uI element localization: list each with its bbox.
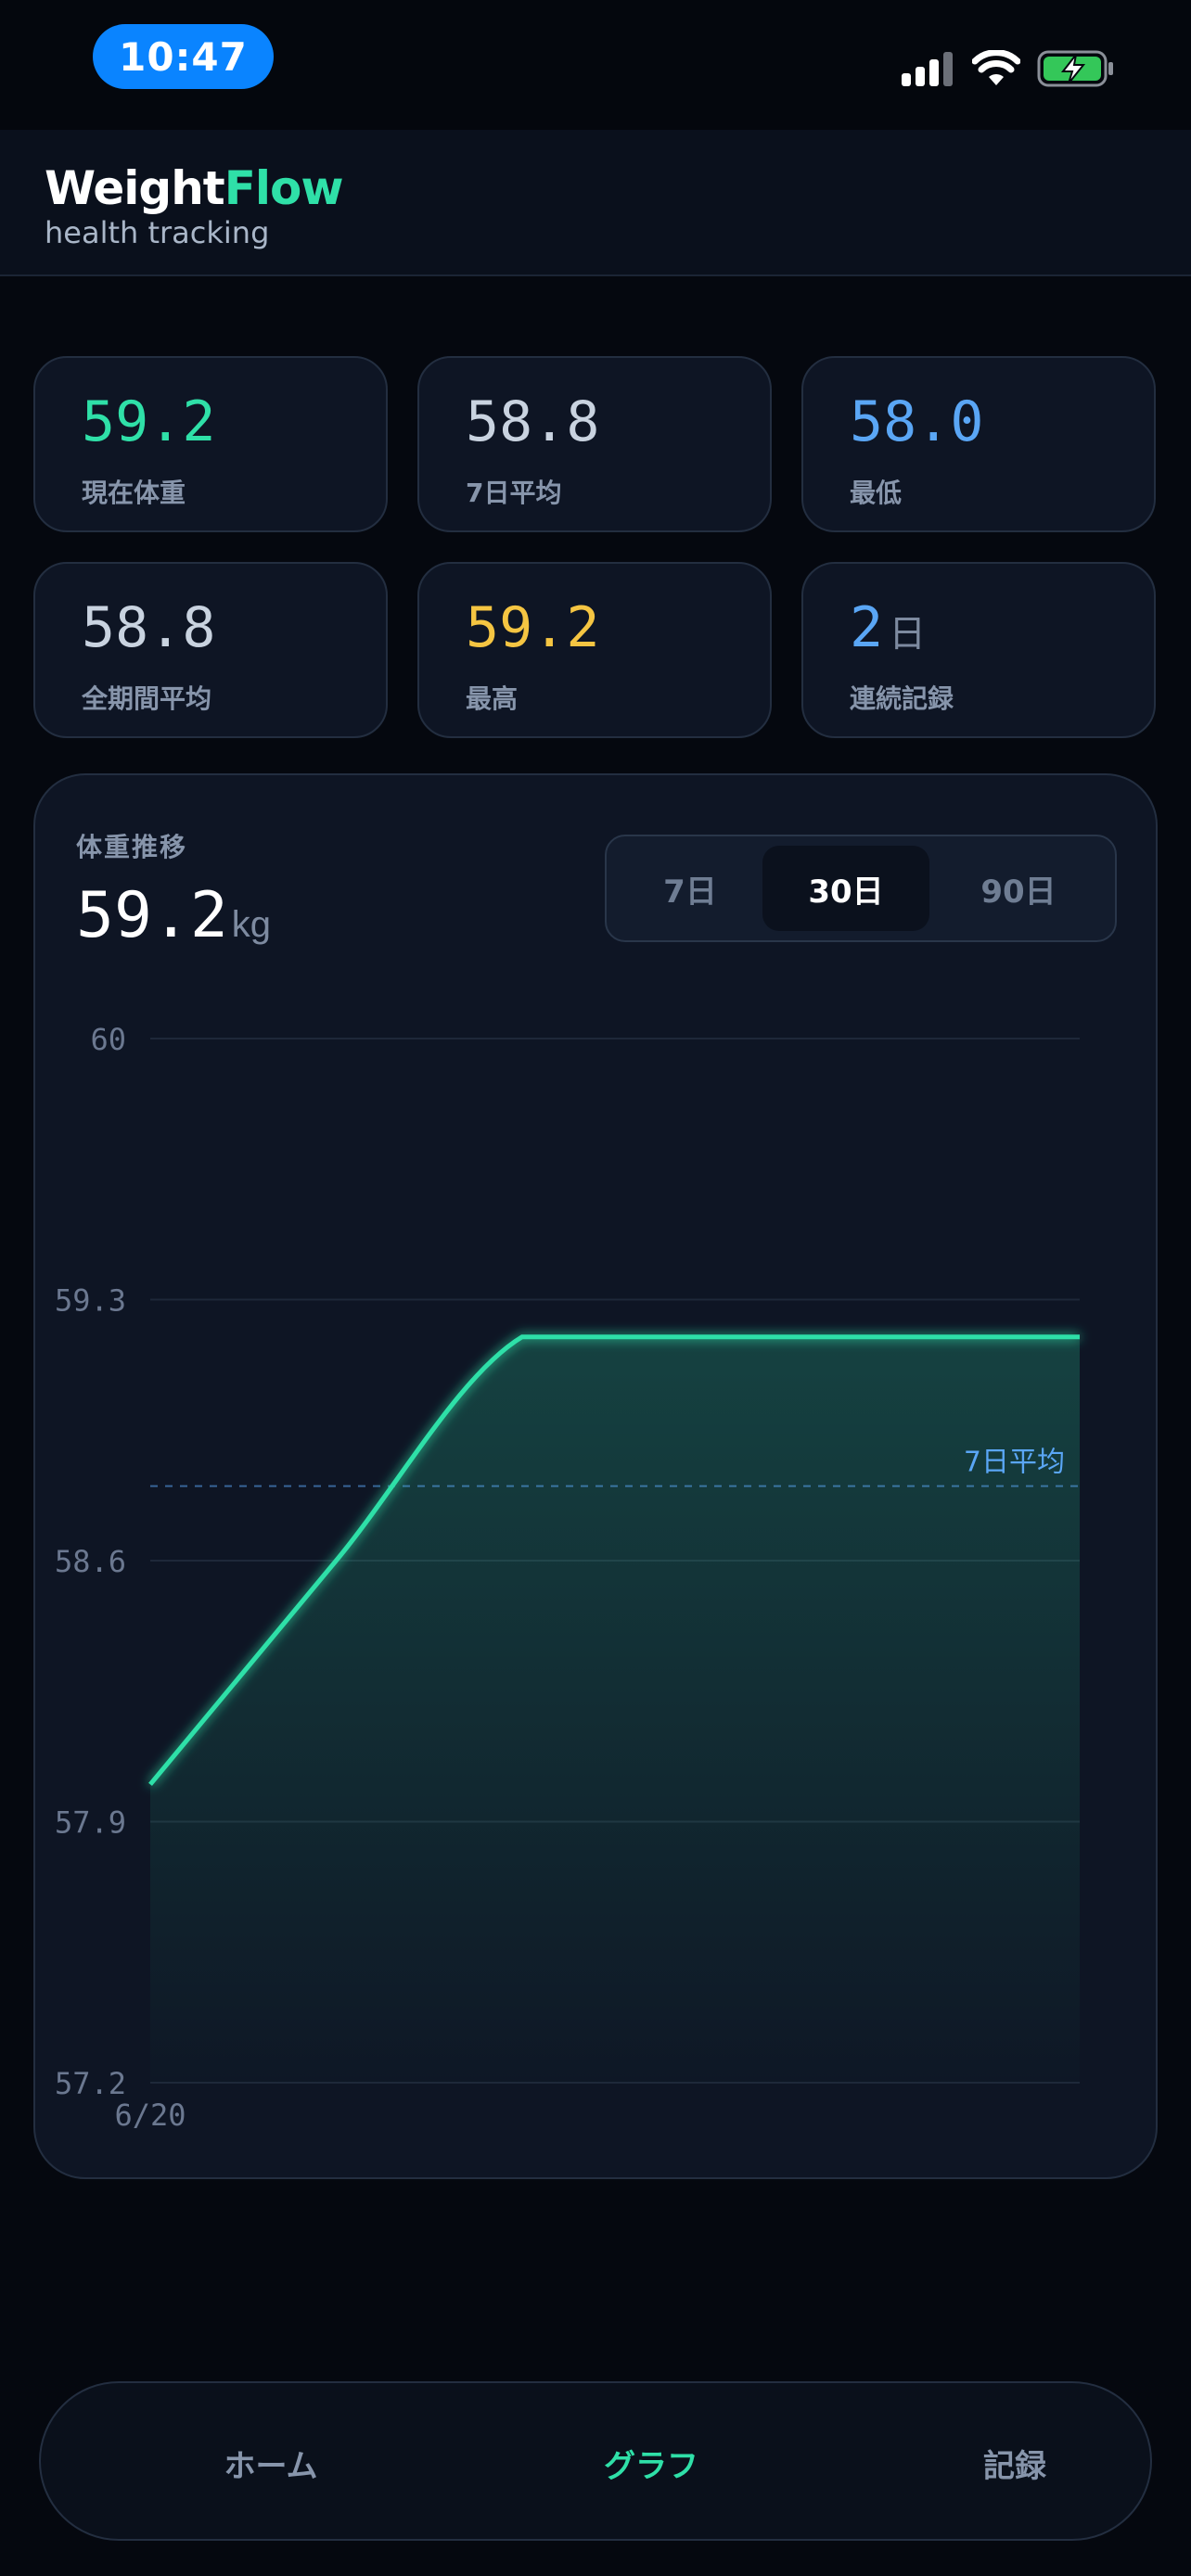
y-tick-label: 60 [90, 1022, 126, 1057]
stat-value: 59.2 [466, 595, 600, 660]
battery-icon [1037, 50, 1113, 87]
stat-label: 7日平均 [466, 478, 562, 508]
weight-chart: 7日平均 60 59.3 58.6 57.9 57.26/20 [55, 1022, 1080, 2133]
stat-card-current-weight: 59.2 現在体重 [33, 356, 388, 532]
average-reference-label: 7日平均 [964, 1447, 1065, 1479]
y-tick-label: 57.9 [55, 1805, 126, 1841]
weight-area-fill [150, 1336, 1080, 2083]
stat-value: 58.8 [466, 389, 600, 454]
stat-label: 全期間平均 [82, 683, 212, 714]
stat-value: 58.0 [850, 389, 984, 454]
weight-chart-card: 体重推移 59.2 kg 7日 30日 90日 7日平均 60 59.3 58.6 57… [33, 773, 1158, 2179]
stat-value: 59.2 [82, 389, 216, 454]
y-tick-label: 59.3 [55, 1283, 126, 1319]
stat-label: 現在体重 [82, 478, 186, 508]
x-tick-label: 6/20 [114, 2098, 186, 2133]
stat-label: 連続記録 [850, 683, 954, 714]
stat-label: 最低 [850, 478, 903, 508]
status-time: 10:47 [93, 24, 274, 89]
nav-graph[interactable]: グラフ [521, 2383, 781, 2543]
stat-value: 2日 [850, 595, 927, 660]
status-icons [902, 46, 1115, 91]
brand-subtitle: health tracking [45, 215, 270, 250]
app-header: WeightFlow health tracking [0, 130, 1191, 276]
status-bar: 10:47 [0, 0, 1191, 130]
y-tick-label: 57.2 [55, 2066, 126, 2101]
stat-card-7day-average: 58.8 7日平均 [417, 356, 772, 532]
brand-logo: WeightFlow [45, 161, 344, 215]
stat-unit: 日 [889, 614, 927, 655]
brand-part1: Weight [45, 161, 225, 215]
brand-part2: Flow [224, 161, 344, 215]
wifi-icon [972, 50, 1020, 85]
stat-card-all-time-average: 58.8 全期間平均 [33, 562, 388, 738]
nav-home[interactable]: ホーム [141, 2383, 401, 2543]
stat-card-maximum: 59.2 最高 [417, 562, 772, 738]
stat-card-minimum: 58.0 最低 [801, 356, 1156, 532]
stat-label: 最高 [466, 683, 519, 714]
stat-card-streak: 2日 連続記録 [801, 562, 1156, 738]
stat-value: 58.8 [82, 595, 216, 660]
nav-records[interactable]: 記録 [885, 2383, 1145, 2543]
bottom-nav: ホーム グラフ 記録 [39, 2381, 1152, 2541]
y-tick-label: 58.6 [55, 1544, 126, 1579]
signal-icon [902, 52, 953, 86]
